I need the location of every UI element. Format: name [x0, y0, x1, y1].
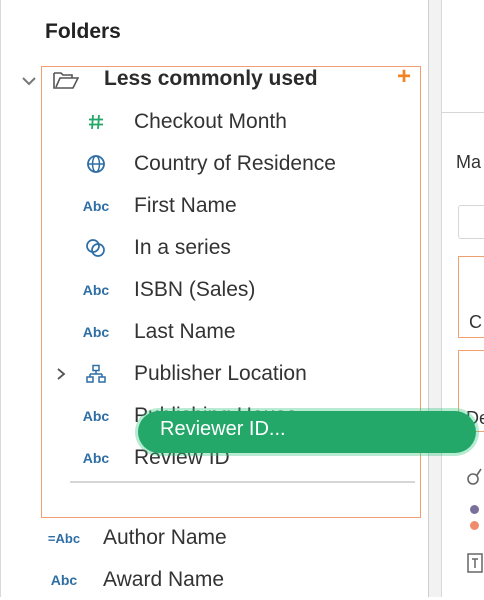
- hash-icon: [78, 102, 114, 142]
- calculated-abc-icon: =Abc: [47, 530, 81, 546]
- abc-icon: Abc: [82, 324, 110, 340]
- drag-pill[interactable]: Reviewer ID...: [138, 411, 476, 453]
- field-row-publisher-location[interactable]: Publisher Location: [57, 354, 422, 394]
- hierarchy-icon: [78, 354, 114, 394]
- field-row-checkout-month[interactable]: Checkout Month: [60, 102, 422, 142]
- field-label: Last Name: [134, 320, 236, 343]
- folder-name[interactable]: Less commonly used: [104, 67, 318, 91]
- field-label: Award Name: [103, 568, 224, 591]
- color-dot-purple: [470, 505, 479, 514]
- set-icon: [78, 228, 114, 268]
- abc-icon: Abc: [50, 572, 78, 588]
- frame-top: [0, 0, 484, 8]
- open-folder-icon: [53, 72, 79, 89]
- abc-icon: Abc: [82, 198, 110, 214]
- field-row-country-of-residence[interactable]: Country of Residence: [60, 144, 422, 184]
- drag-pill-label: Reviewer ID...: [160, 418, 286, 440]
- abc-icon: Abc: [82, 408, 110, 424]
- right-pane-top-shelf: [442, 0, 484, 113]
- pane-gutter: [429, 0, 441, 597]
- abc-icon: Abc: [82, 450, 110, 466]
- field-label: Checkout Month: [134, 110, 287, 133]
- globe-icon: [78, 144, 114, 184]
- text-mark-icon: [467, 553, 483, 573]
- link-icon: [467, 468, 482, 485]
- field-label: Country of Residence: [134, 152, 336, 175]
- folders-title: Folders: [45, 20, 121, 43]
- marks-type-dropdown[interactable]: [458, 205, 484, 239]
- marks-label: Ma: [456, 152, 482, 172]
- left-border: [0, 0, 1, 597]
- field-row-first-name[interactable]: Abc First Name: [60, 186, 422, 226]
- field-row-isbn-sales[interactable]: Abc ISBN (Sales): [60, 270, 422, 310]
- marks-card-label-c: C: [469, 312, 482, 332]
- chevron-right-icon[interactable]: [54, 366, 68, 382]
- add-to-folder-button[interactable]: +: [397, 63, 411, 91]
- field-label: Author Name: [103, 526, 227, 549]
- color-dot-orange: [470, 521, 479, 530]
- field-row-last-name[interactable]: Abc Last Name: [60, 312, 422, 352]
- field-row-award-name[interactable]: Abc Award Name: [40, 560, 420, 600]
- field-row-author-name[interactable]: =Abc Author Name: [40, 518, 420, 558]
- chevron-down-icon[interactable]: [20, 72, 38, 90]
- field-label: First Name: [134, 194, 237, 217]
- abc-icon: Abc: [82, 282, 110, 298]
- field-row-in-a-series[interactable]: In a series: [60, 228, 422, 268]
- folder-divider: [70, 481, 415, 483]
- field-label: In a series: [134, 236, 231, 259]
- field-label: Publisher Location: [134, 362, 307, 385]
- field-label: ISBN (Sales): [134, 278, 256, 301]
